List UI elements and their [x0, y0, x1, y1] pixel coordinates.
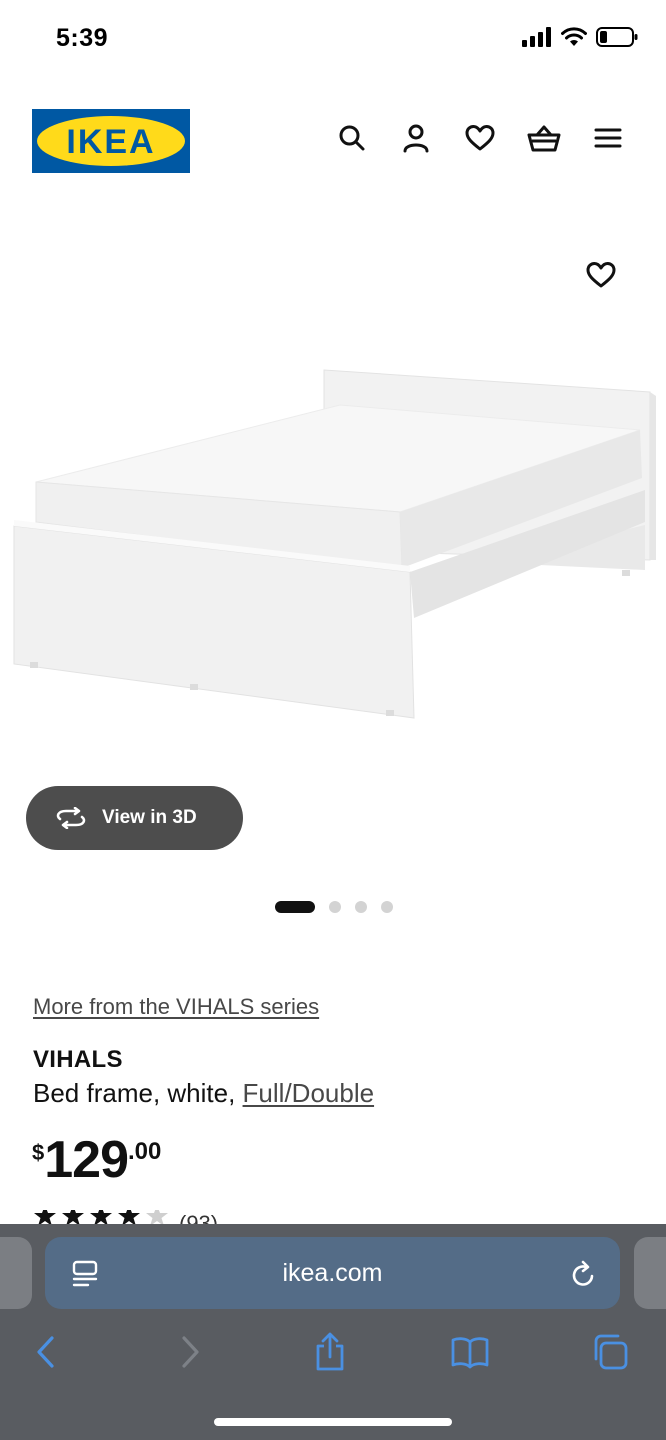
product-name: VIHALS — [33, 1046, 123, 1073]
series-link[interactable]: More from the VIHALS series — [33, 994, 319, 1020]
price-decimal: .00 — [128, 1138, 162, 1165]
rotate-3d-icon — [56, 807, 86, 829]
site-header: IKEA — [0, 80, 666, 200]
home-indicator[interactable] — [214, 1418, 452, 1426]
logo-text: IKEA — [66, 123, 155, 161]
product-price: $ 129 .00 — [32, 1130, 161, 1190]
view-in-3d-button[interactable]: View in 3D — [26, 786, 243, 850]
add-to-wishlist-button[interactable] — [584, 258, 618, 292]
product-description-text: Bed frame, white, — [33, 1078, 243, 1108]
menu-button[interactable] — [590, 120, 626, 156]
bookmarks-button[interactable] — [448, 1330, 492, 1374]
forward-button[interactable] — [168, 1330, 212, 1374]
share-button[interactable] — [308, 1330, 352, 1374]
product-description: Bed frame, white, Full/Double — [33, 1078, 374, 1109]
book-icon — [451, 1337, 489, 1369]
account-button[interactable] — [398, 120, 434, 156]
address-bar[interactable]: ikea.com — [45, 1237, 620, 1309]
url-text: ikea.com — [282, 1258, 383, 1287]
price-integer: 129 — [44, 1131, 129, 1189]
gallery-dot-active[interactable] — [275, 901, 315, 913]
status-bar: 5:39 — [0, 0, 666, 80]
gallery-pagination — [275, 901, 393, 913]
chevron-right-icon — [182, 1336, 199, 1368]
browser-toolbar — [0, 1324, 666, 1380]
shopping-bag-button[interactable] — [526, 120, 562, 156]
wishlist-button[interactable] — [462, 120, 498, 156]
menu-icon — [594, 128, 622, 148]
header-actions — [334, 120, 626, 156]
next-tab-peek[interactable] — [634, 1237, 666, 1309]
price-currency: $ — [32, 1140, 45, 1165]
wishlist-heart-icon — [586, 262, 616, 288]
gallery-dot[interactable] — [355, 901, 367, 913]
gallery-dot[interactable] — [329, 901, 341, 913]
reload-icon[interactable] — [570, 1259, 598, 1294]
gallery-dot[interactable] — [381, 901, 393, 913]
back-button[interactable] — [24, 1330, 68, 1374]
share-icon — [316, 1332, 344, 1371]
page-menu-icon[interactable] — [71, 1259, 99, 1294]
search-icon — [339, 125, 365, 151]
tabs-icon — [594, 1334, 628, 1370]
status-icons — [522, 26, 638, 48]
search-button[interactable] — [334, 120, 370, 156]
tabs-button[interactable] — [588, 1330, 632, 1374]
shopping-bag-icon — [527, 125, 561, 152]
status-time: 5:39 — [56, 24, 109, 52]
chevron-left-icon — [37, 1336, 54, 1368]
product-size-link[interactable]: Full/Double — [243, 1078, 375, 1108]
battery-icon — [596, 27, 638, 47]
previous-tab-peek[interactable] — [0, 1237, 32, 1309]
product-image[interactable] — [0, 220, 666, 760]
wifi-icon — [561, 27, 587, 46]
view-in-3d-label: View in 3D — [102, 807, 197, 828]
browser-bottom-bar: ikea.com — [0, 1224, 666, 1440]
account-icon — [403, 124, 429, 153]
wishlist-heart-icon — [465, 125, 495, 151]
cellular-signal-icon — [522, 27, 551, 47]
ikea-logo[interactable]: IKEA — [32, 109, 190, 173]
